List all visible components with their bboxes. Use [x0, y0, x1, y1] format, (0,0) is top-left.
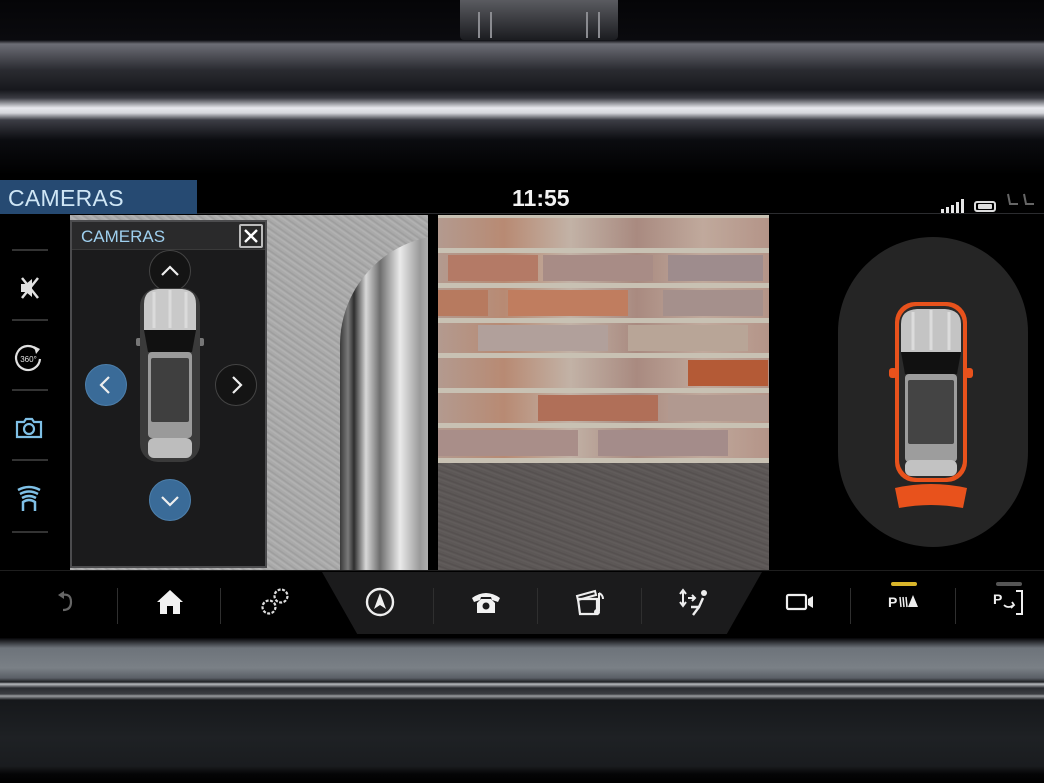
- screen-title-tab: CAMERAS: [0, 180, 197, 214]
- park-assist-button[interactable]: P: [979, 576, 1039, 628]
- park-distance-button[interactable]: P: [874, 576, 934, 628]
- sidebar-divider: [12, 389, 48, 391]
- seat-icon: [1006, 192, 1036, 213]
- settings-button[interactable]: [245, 576, 305, 628]
- camera-control-panel: CAMERAS: [70, 220, 267, 568]
- sidebar-divider: [12, 531, 48, 533]
- sidebar-divider: [12, 249, 48, 251]
- battery-icon: [974, 201, 996, 212]
- rear-camera-button[interactable]: [149, 479, 191, 521]
- svg-text:P: P: [888, 594, 897, 610]
- phone-icon: [472, 593, 500, 613]
- dashboard-bezel-bottom: [0, 638, 1044, 783]
- parking-sensor-icon: [17, 485, 41, 511]
- signal-icon: [941, 199, 964, 213]
- sidebar-divider: [12, 319, 48, 321]
- left-camera-button[interactable]: [85, 364, 127, 406]
- settings-icon: [261, 588, 289, 615]
- screen-title: CAMERAS: [8, 185, 124, 211]
- status-bar: CAMERAS 11:55: [0, 180, 1044, 214]
- rear-camera-view: [438, 215, 769, 570]
- nav-separator: [850, 588, 851, 624]
- bezel-mount-clip: [460, 0, 618, 40]
- home-icon: [157, 590, 183, 614]
- brick-wall: [438, 215, 769, 463]
- back-button[interactable]: [36, 576, 96, 628]
- back-icon: [58, 591, 73, 612]
- nav-separator: [955, 588, 956, 624]
- climate-button[interactable]: [664, 576, 724, 628]
- camera-icon: [15, 417, 43, 439]
- chevron-up-icon: [161, 265, 179, 276]
- pavement: [438, 463, 769, 570]
- nav-separator: [641, 588, 642, 624]
- media-button[interactable]: [560, 576, 620, 628]
- nav-separator: [537, 588, 538, 624]
- sidebar-item-mute-sensors[interactable]: [8, 267, 50, 309]
- chevron-left-icon: [99, 376, 110, 394]
- close-button[interactable]: [239, 224, 263, 248]
- view-divider: [428, 215, 438, 570]
- navigation-button[interactable]: [350, 576, 410, 628]
- svg-text:360°: 360°: [20, 355, 37, 364]
- infotainment-screen: CAMERAS 11:55 360° CAMERAS P P: [0, 180, 1044, 634]
- status-icons: [941, 192, 1036, 213]
- sidebar-item-parking-sensors[interactable]: [8, 477, 50, 519]
- nav-separator: [433, 588, 434, 624]
- vehicle-sensor-view-icon: [889, 302, 973, 508]
- camera-panel-title: CAMERAS: [81, 227, 166, 246]
- chevron-right-icon: [232, 376, 243, 394]
- sidebar-item-360-view[interactable]: 360°: [8, 337, 50, 379]
- nav-separator: [220, 588, 221, 624]
- camera-panel-header: CAMERAS: [72, 222, 265, 250]
- nav-separator: [117, 588, 118, 624]
- sidebar-item-camera[interactable]: [8, 407, 50, 449]
- vehicle-side-reflection: [340, 235, 428, 570]
- park-assist-icon: P: [993, 590, 1023, 615]
- sidebar-divider: [12, 459, 48, 461]
- climate-icon: [679, 588, 707, 616]
- vehicle-top-view-icon: [136, 288, 204, 462]
- clock: 11:55: [512, 185, 570, 211]
- park-distance-icon: P: [888, 594, 918, 610]
- camera-nav-button[interactable]: [770, 576, 830, 628]
- camera-icon: [785, 593, 813, 611]
- right-camera-button[interactable]: [215, 364, 257, 406]
- phone-button[interactable]: [456, 576, 516, 628]
- camera-360-icon: 360°: [14, 344, 42, 372]
- rear-sensor-alert: [895, 484, 967, 508]
- mute-sensor-icon: [21, 277, 39, 299]
- close-icon: [244, 229, 258, 243]
- parking-sensor-panel: [770, 215, 1044, 570]
- media-icon: [575, 589, 604, 616]
- sidebar: 360°: [0, 215, 66, 570]
- home-button[interactable]: [140, 576, 200, 628]
- chevron-down-icon: [161, 496, 179, 507]
- navigation-icon: [365, 587, 395, 617]
- svg-text:P: P: [993, 591, 1002, 607]
